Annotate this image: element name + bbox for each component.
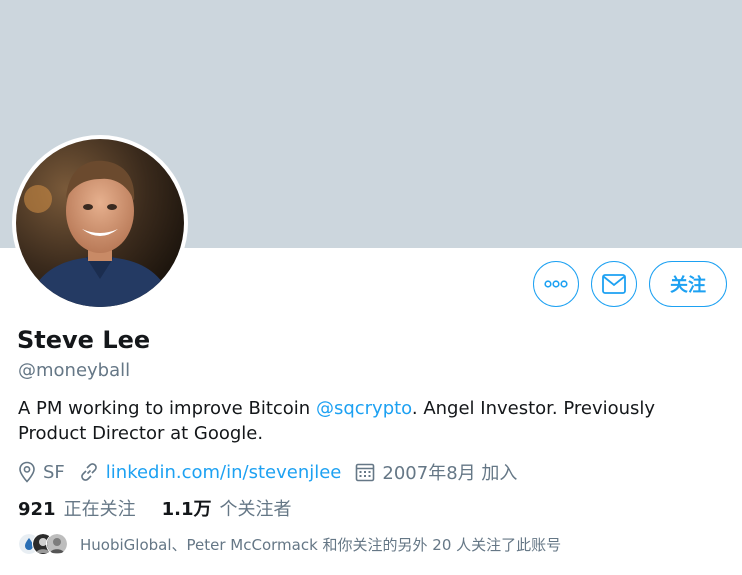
envelope-icon	[602, 274, 626, 294]
follower-avatars	[18, 533, 70, 555]
website-item: linkedin.com/in/stevenjlee	[79, 462, 342, 483]
profile-bio: A PM working to improve Bitcoin @sqcrypt…	[18, 396, 718, 446]
profile-avatar[interactable]	[12, 135, 188, 311]
location-item: SF	[18, 461, 65, 483]
followers-count: 1.1万	[161, 499, 212, 520]
followers-you-know-text: HuobiGlobal、Peter McCormack 和你关注的另外 20 人…	[80, 535, 562, 554]
joined-item: 2007年8月 加入	[355, 459, 517, 485]
avatar-photo	[16, 139, 184, 307]
more-button[interactable]	[533, 261, 579, 307]
following-label: 正在关注	[63, 499, 136, 520]
link-icon	[80, 463, 97, 481]
bio-mention-link[interactable]: @sqcrypto	[316, 398, 412, 419]
profile-stats: 921 正在关注 1.1万 个关注者	[18, 495, 317, 521]
more-dots-icon	[544, 280, 568, 288]
joined-text: 2007年8月 加入	[382, 463, 518, 484]
following-count: 921	[18, 499, 56, 520]
following-stat[interactable]: 921 正在关注	[18, 495, 136, 521]
website-link[interactable]: linkedin.com/in/stevenjlee	[106, 462, 342, 483]
profile-name: Steve Lee	[17, 326, 151, 354]
profile-actions: 关注	[533, 261, 727, 307]
message-button[interactable]	[591, 261, 637, 307]
followers-label: 个关注者	[219, 499, 292, 520]
location-text: SF	[43, 461, 65, 483]
follow-button[interactable]: 关注	[649, 261, 727, 307]
calendar-icon	[356, 463, 375, 482]
followers-stat[interactable]: 1.1万 个关注者	[162, 495, 292, 521]
bio-text-start: A PM working to improve Bitcoin	[18, 398, 316, 419]
location-pin-icon	[19, 461, 35, 483]
follower-avatar	[46, 533, 68, 555]
profile-handle: @moneyball	[18, 360, 131, 381]
profile-meta: SF linkedin.com/in/stevenjlee 2007年8月 加入	[18, 459, 531, 485]
followers-you-know[interactable]: HuobiGlobal、Peter McCormack 和你关注的另外 20 人…	[18, 533, 561, 555]
